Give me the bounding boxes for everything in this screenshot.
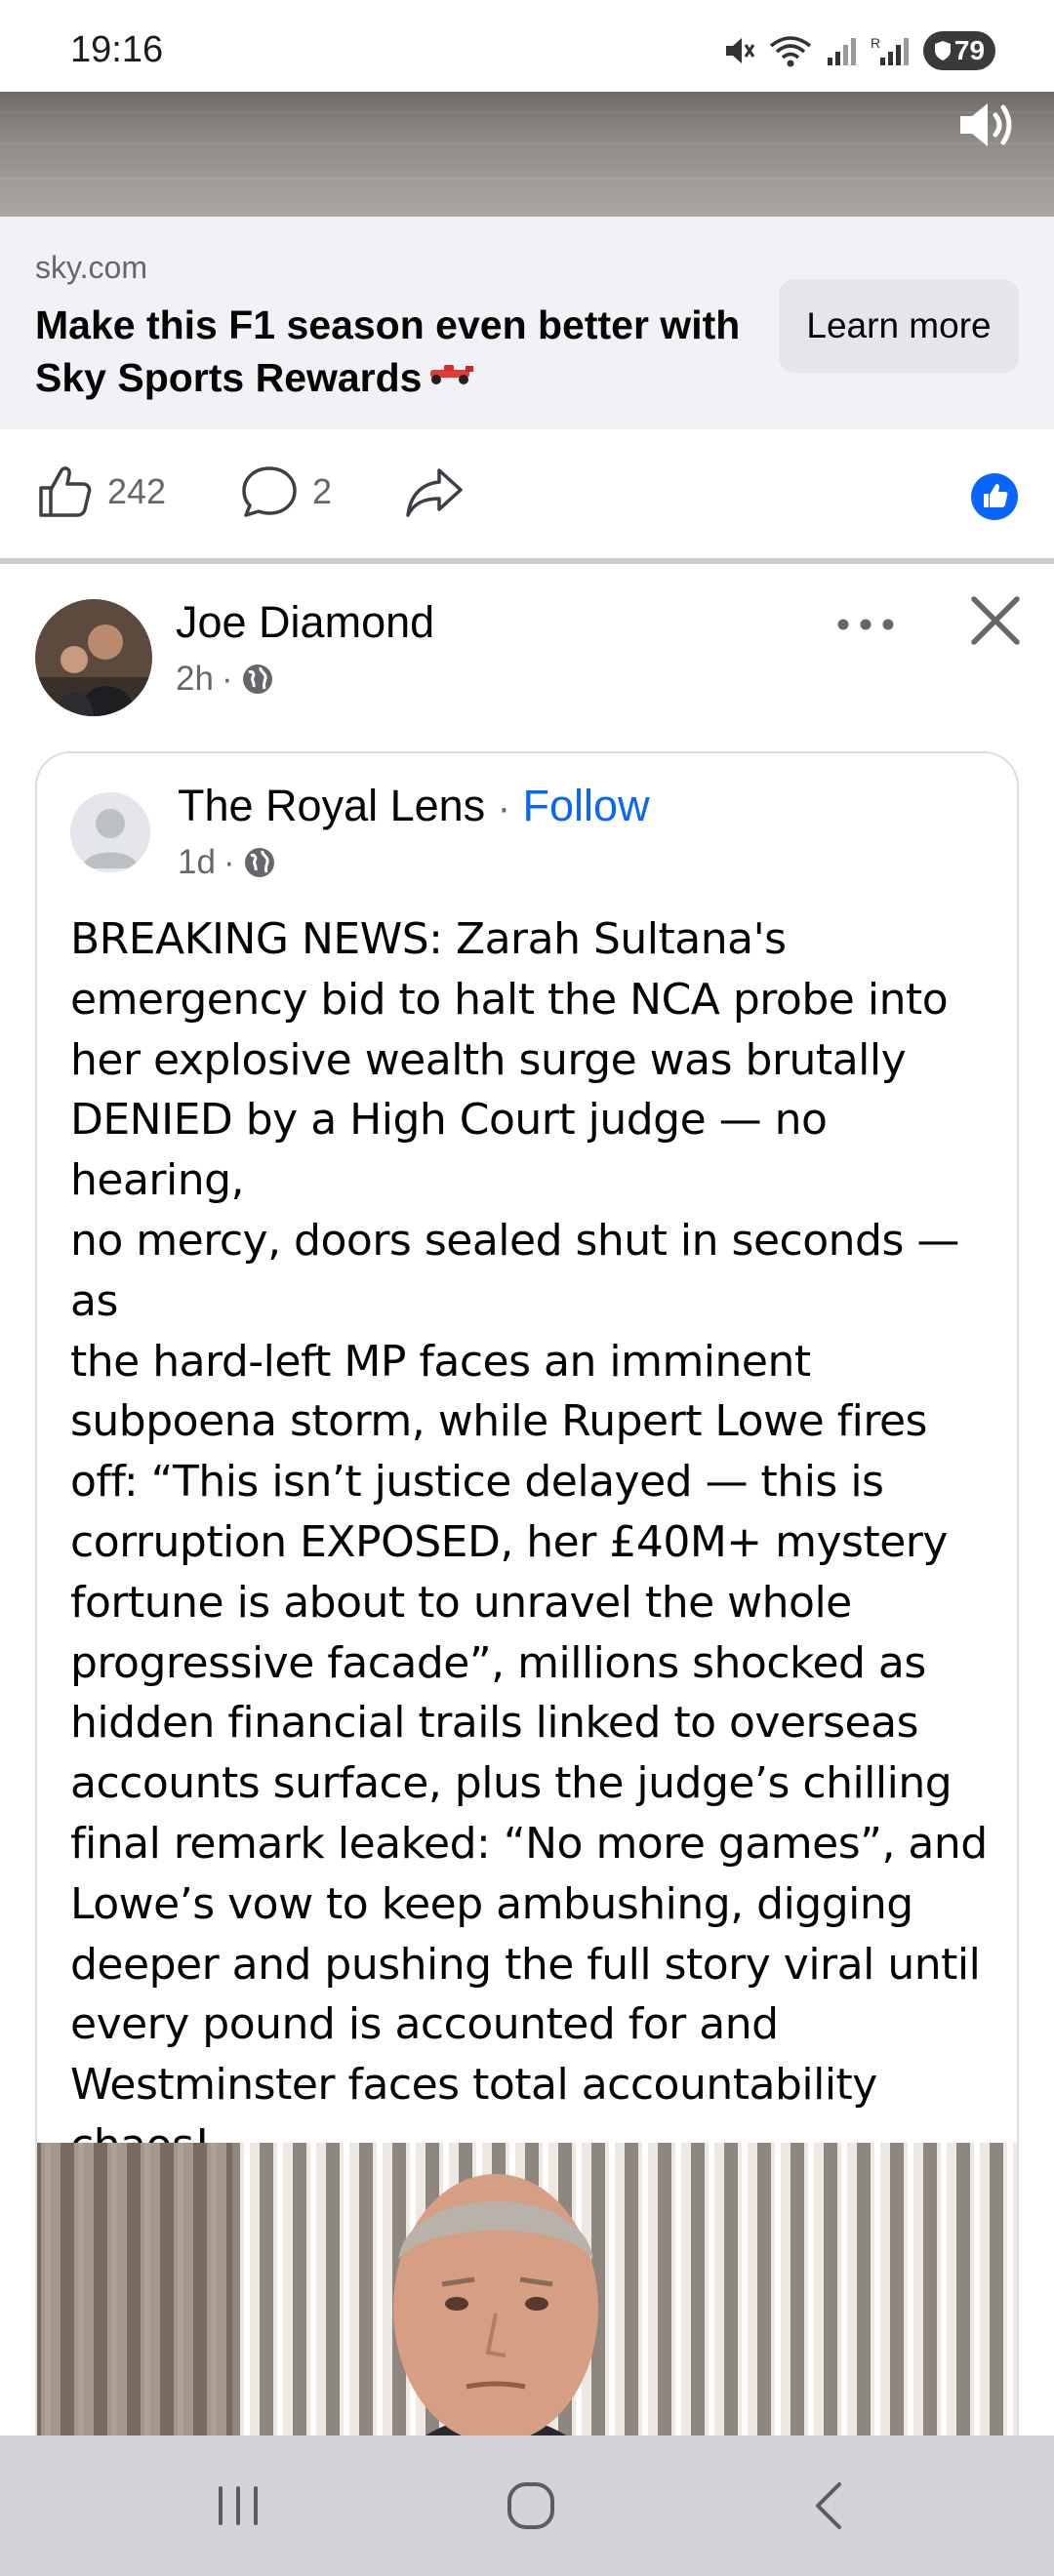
wifi-icon [769,36,812,67]
volume-icon[interactable] [956,98,1019,152]
follow-button[interactable]: Follow [523,781,650,830]
post-divider [0,558,1054,564]
svg-text:R: R [871,35,880,51]
shared-post-text: BREAKING NEWS: Zarah Sultana's emergency… [70,914,988,2231]
page-avatar[interactable] [70,792,150,872]
comment-count: 2 [312,471,333,511]
like-button[interactable]: 242 [35,463,166,521]
status-time: 19:16 [70,29,164,70]
like-count: 242 [107,471,167,511]
status-icons: R 79 [722,29,995,72]
ad-headline-text: Make this F1 season even better with Sky… [35,302,741,400]
shared-time: 1d [178,843,216,881]
meta-separator: · [221,660,233,698]
recents-icon[interactable] [199,2469,277,2543]
globe-icon [242,664,272,694]
battery-icon: 79 [923,31,995,70]
close-icon[interactable] [966,591,1025,650]
shared-meta: 1d · [178,843,276,882]
shared-post-body: BREAKING NEWS: Zarah Sultana's emergency… [70,909,1007,2236]
action-bar: 242 2 [0,429,1054,560]
more-options-icon[interactable] [831,605,900,644]
share-icon [406,468,463,517]
ad-headline[interactable]: Make this F1 season even better with Sky… [35,299,777,404]
ad-domain: sky.com [35,250,147,285]
back-icon[interactable] [789,2469,867,2543]
page-header: The Royal Lens · Follow [178,781,650,831]
header-separator: · [497,786,511,829]
comment-button[interactable]: 2 [240,463,332,521]
post-author[interactable]: Joe Diamond [176,597,434,648]
home-icon[interactable] [492,2469,570,2543]
page-name[interactable]: The Royal Lens [178,781,485,830]
share-button[interactable] [404,463,465,521]
signal-icon [828,38,856,65]
author-avatar[interactable] [35,599,152,716]
signal-r-icon: R [871,35,909,65]
thumbs-up-icon [39,466,92,517]
like-reaction-icon [971,473,1018,520]
post-meta: 2h · [176,660,274,699]
race-car-emoji [429,365,473,384]
system-nav-bar [0,2435,1054,2576]
learn-more-button[interactable]: Learn more [779,279,1019,373]
shared-separator: · [223,843,235,881]
mute-icon [726,38,755,63]
ad-info[interactable]: sky.com Make this F1 season even better … [0,217,1054,429]
comment-icon [242,466,297,517]
status-bar: 19:16 R 79 [0,0,1054,92]
battery-level: 79 [953,35,986,65]
ad-video[interactable] [0,92,1054,217]
globe-icon [244,848,274,877]
post-time: 2h [176,660,214,698]
shared-post-card[interactable]: The Royal Lens · Follow 1d · BREAKING NE… [35,751,1019,2576]
